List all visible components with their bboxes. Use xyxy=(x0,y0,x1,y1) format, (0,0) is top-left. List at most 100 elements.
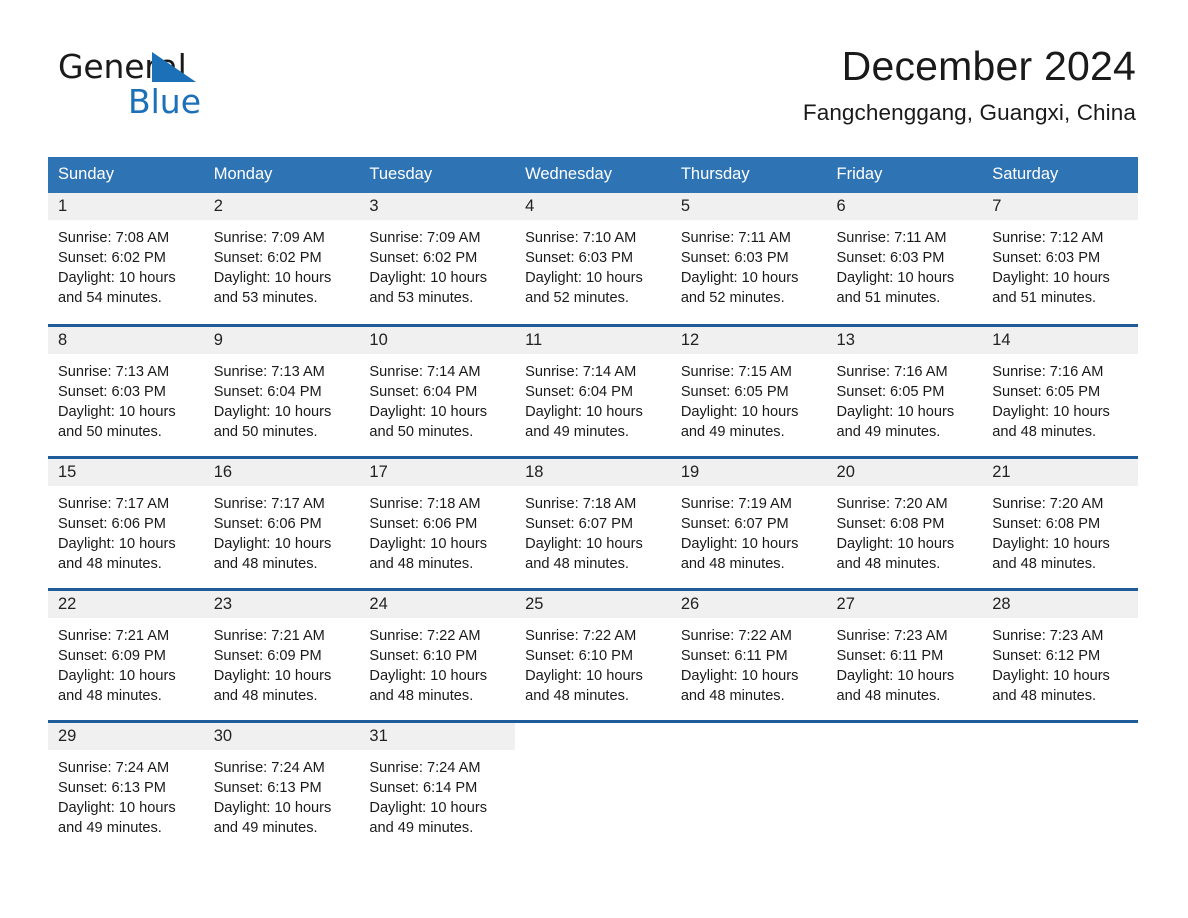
weekday-header-friday: Friday xyxy=(826,157,983,193)
sunset-text: Sunset: 6:03 PM xyxy=(836,250,945,266)
day-details: Sunrise: 7:24 AM Sunset: 6:14 PM Dayligh… xyxy=(359,750,515,838)
week-row: 1 Sunrise: 7:08 AM Sunset: 6:02 PM Dayli… xyxy=(48,193,1138,325)
sunset-text: Sunset: 6:09 PM xyxy=(58,647,166,664)
daylight-line1: Daylight: 10 hours xyxy=(836,535,955,552)
day-details: Sunrise: 7:09 AM Sunset: 6:02 PM Dayligh… xyxy=(359,220,515,308)
daylight-line1: Daylight: 10 hours xyxy=(369,667,488,684)
week-row: 15 Sunrise: 7:17 AM Sunset: 6:06 PM Dayl… xyxy=(48,455,1138,589)
daylight-line2: and 49 minutes. xyxy=(369,819,474,836)
sunset-text: Sunset: 6:02 PM xyxy=(58,250,166,266)
sunrise-text: Sunrise: 7:16 AM xyxy=(992,363,1104,380)
day-cell[interactable]: 14 Sunrise: 7:16 AM Sunset: 6:05 PM Dayl… xyxy=(982,323,1138,457)
day-cell[interactable]: 1 Sunrise: 7:08 AM Sunset: 6:02 PM Dayli… xyxy=(48,193,204,325)
daylight-line2: and 48 minutes. xyxy=(992,687,1097,704)
day-cell[interactable]: 3 Sunrise: 7:09 AM Sunset: 6:02 PM Dayli… xyxy=(359,193,516,325)
calendar-container: Sunday Monday Tuesday Wednesday Thursday… xyxy=(48,157,1138,853)
day-cell[interactable]: 4 Sunrise: 7:10 AM Sunset: 6:03 PM Dayli… xyxy=(515,193,671,325)
daylight-line2: and 49 minutes. xyxy=(525,423,629,440)
sunset-text: Sunset: 6:09 PM xyxy=(213,647,322,664)
sunrise-text: Sunrise: 7:24 AM xyxy=(213,759,325,776)
day-cell[interactable]: 23 Sunrise: 7:21 AM Sunset: 6:09 PM Dayl… xyxy=(203,587,360,721)
day-cell[interactable]: 20 Sunrise: 7:20 AM Sunset: 6:08 PM Dayl… xyxy=(826,455,983,589)
daylight-line1: Daylight: 10 hours xyxy=(680,270,799,286)
sunset-text: Sunset: 6:11 PM xyxy=(680,647,788,664)
day-number: 13 xyxy=(826,326,983,354)
day-number: 19 xyxy=(670,458,827,486)
day-cell[interactable]: 22 Sunrise: 7:21 AM Sunset: 6:09 PM Dayl… xyxy=(48,587,204,721)
day-number: 26 xyxy=(670,590,827,618)
calendar-header-row: Sunday Monday Tuesday Wednesday Thursday… xyxy=(48,157,1138,193)
day-cell[interactable]: 31 Sunrise: 7:24 AM Sunset: 6:14 PM Dayl… xyxy=(359,719,516,853)
day-cell[interactable]: 10 Sunrise: 7:14 AM Sunset: 6:04 PM Dayl… xyxy=(359,323,516,457)
daylight-line2: and 48 minutes. xyxy=(369,687,474,704)
daylight-line2: and 49 minutes. xyxy=(58,819,162,836)
day-number: 7 xyxy=(982,193,1138,220)
day-details: Sunrise: 7:24 AM Sunset: 6:13 PM Dayligh… xyxy=(48,750,204,838)
day-number: 2 xyxy=(203,193,360,220)
daylight-line1: Daylight: 10 hours xyxy=(992,270,1110,286)
day-cell[interactable]: 8 Sunrise: 7:13 AM Sunset: 6:03 PM Dayli… xyxy=(48,323,204,457)
sunrise-text: Sunrise: 7:22 AM xyxy=(369,627,481,644)
day-cell[interactable]: 24 Sunrise: 7:22 AM Sunset: 6:10 PM Dayl… xyxy=(359,587,516,721)
daylight-line2: and 54 minutes. xyxy=(58,290,162,306)
day-cell[interactable]: 6 Sunrise: 7:11 AM Sunset: 6:03 PM Dayli… xyxy=(826,193,983,325)
day-cell[interactable]: 17 Sunrise: 7:18 AM Sunset: 6:06 PM Dayl… xyxy=(359,455,516,589)
day-cell[interactable]: 7 Sunrise: 7:12 AM Sunset: 6:03 PM Dayli… xyxy=(982,193,1138,325)
daylight-line1: Daylight: 10 hours xyxy=(525,270,643,286)
daylight-line2: and 48 minutes. xyxy=(680,555,785,572)
day-cell[interactable]: 27 Sunrise: 7:23 AM Sunset: 6:11 PM Dayl… xyxy=(826,587,983,721)
day-cell[interactable]: 26 Sunrise: 7:22 AM Sunset: 6:11 PM Dayl… xyxy=(670,587,827,721)
sunrise-text: Sunrise: 7:14 AM xyxy=(525,363,637,380)
daylight-line1: Daylight: 10 hours xyxy=(213,799,332,816)
daylight-line1: Daylight: 10 hours xyxy=(525,667,643,684)
day-cell[interactable]: 12 Sunrise: 7:15 AM Sunset: 6:05 PM Dayl… xyxy=(670,323,827,457)
day-cell[interactable]: 5 Sunrise: 7:11 AM Sunset: 6:03 PM Dayli… xyxy=(670,193,827,325)
sunrise-text: Sunrise: 7:13 AM xyxy=(58,363,170,380)
day-cell[interactable]: 18 Sunrise: 7:18 AM Sunset: 6:07 PM Dayl… xyxy=(515,455,671,589)
sunset-text: Sunset: 6:05 PM xyxy=(992,383,1101,400)
day-details: Sunrise: 7:18 AM Sunset: 6:07 PM Dayligh… xyxy=(515,486,671,574)
day-cell[interactable]: 25 Sunrise: 7:22 AM Sunset: 6:10 PM Dayl… xyxy=(515,587,671,721)
day-cell[interactable]: 28 Sunrise: 7:23 AM Sunset: 6:12 PM Dayl… xyxy=(982,587,1138,721)
day-cell[interactable]: 19 Sunrise: 7:19 AM Sunset: 6:07 PM Dayl… xyxy=(670,455,827,589)
day-cell-empty xyxy=(515,719,671,853)
day-number: 30 xyxy=(203,722,360,750)
day-number: 1 xyxy=(48,193,204,220)
daylight-line1: Daylight: 10 hours xyxy=(213,270,332,286)
daylight-line1: Daylight: 10 hours xyxy=(680,667,799,684)
day-cell-empty xyxy=(982,719,1138,853)
daylight-line2: and 48 minutes. xyxy=(213,687,318,704)
daylight-line1: Daylight: 10 hours xyxy=(680,535,799,552)
day-details: Sunrise: 7:21 AM Sunset: 6:09 PM Dayligh… xyxy=(48,618,204,706)
page-subtitle: Fangchenggang, Guangxi, China xyxy=(802,100,1136,126)
day-cell-empty xyxy=(670,719,827,853)
week-row: 22 Sunrise: 7:21 AM Sunset: 6:09 PM Dayl… xyxy=(48,587,1138,721)
day-cell[interactable]: 29 Sunrise: 7:24 AM Sunset: 6:13 PM Dayl… xyxy=(48,719,204,853)
sunrise-text: Sunrise: 7:11 AM xyxy=(836,230,947,246)
daylight-line1: Daylight: 10 hours xyxy=(213,535,332,552)
day-cell[interactable]: 16 Sunrise: 7:17 AM Sunset: 6:06 PM Dayl… xyxy=(203,455,360,589)
daylight-line2: and 48 minutes. xyxy=(836,555,941,572)
day-cell[interactable]: 13 Sunrise: 7:16 AM Sunset: 6:05 PM Dayl… xyxy=(826,323,983,457)
daylight-line2: and 48 minutes. xyxy=(992,555,1097,572)
day-cell[interactable]: 30 Sunrise: 7:24 AM Sunset: 6:13 PM Dayl… xyxy=(203,719,360,853)
day-cell[interactable]: 9 Sunrise: 7:13 AM Sunset: 6:04 PM Dayli… xyxy=(203,323,360,457)
day-number: 15 xyxy=(48,458,204,486)
day-cell[interactable]: 21 Sunrise: 7:20 AM Sunset: 6:08 PM Dayl… xyxy=(982,455,1138,589)
day-cell[interactable]: 15 Sunrise: 7:17 AM Sunset: 6:06 PM Dayl… xyxy=(48,455,204,589)
sunset-text: Sunset: 6:11 PM xyxy=(836,647,944,664)
day-number xyxy=(982,722,1138,750)
day-number xyxy=(670,722,827,750)
sunrise-text: Sunrise: 7:10 AM xyxy=(525,230,637,246)
day-number: 3 xyxy=(359,193,516,220)
daylight-line2: and 48 minutes. xyxy=(525,687,629,704)
day-number: 9 xyxy=(203,326,360,354)
daylight-line1: Daylight: 10 hours xyxy=(58,799,176,816)
day-details: Sunrise: 7:14 AM Sunset: 6:04 PM Dayligh… xyxy=(515,354,671,442)
sunrise-text: Sunrise: 7:13 AM xyxy=(213,363,325,380)
day-cell[interactable]: 11 Sunrise: 7:14 AM Sunset: 6:04 PM Dayl… xyxy=(515,323,671,457)
daylight-line2: and 48 minutes. xyxy=(58,687,162,704)
daylight-line1: Daylight: 10 hours xyxy=(525,535,643,552)
day-cell[interactable]: 2 Sunrise: 7:09 AM Sunset: 6:02 PM Dayli… xyxy=(203,193,360,325)
sunset-text: Sunset: 6:06 PM xyxy=(369,515,478,532)
